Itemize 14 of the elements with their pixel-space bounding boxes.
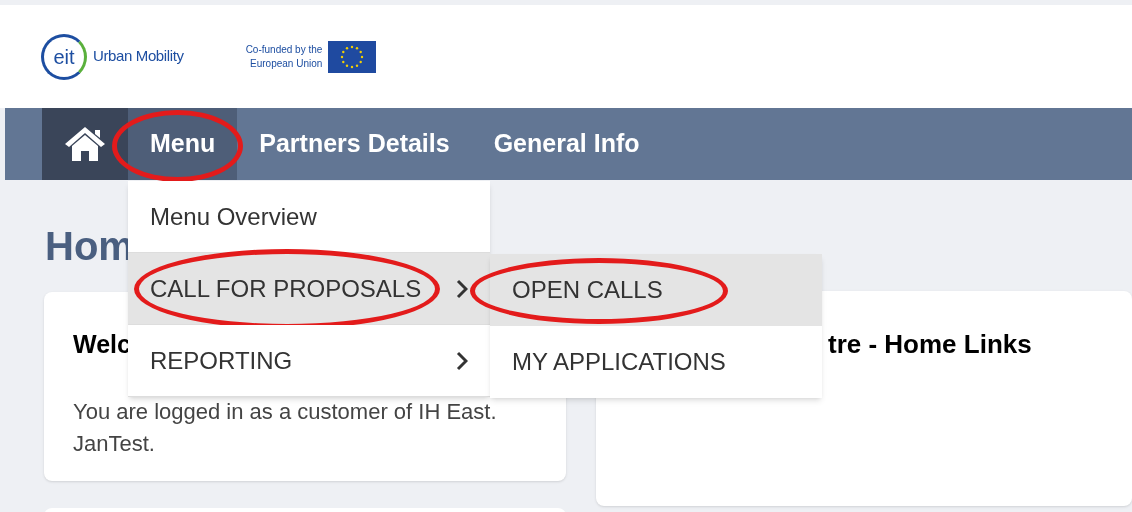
nav-tab[interactable]: General Info	[471, 108, 662, 180]
cofunded-text: European Union	[250, 56, 323, 71]
nav-tab[interactable]: Partners Details	[237, 108, 472, 180]
logo-mark: eit	[41, 33, 87, 80]
card-title: Welc	[73, 329, 131, 360]
menu-item[interactable]: Menu Overview	[128, 181, 490, 253]
menu-item[interactable]: OPEN CALLS	[490, 254, 822, 326]
card-text: You are logged in as a customer of IH East. JanTest.	[73, 398, 498, 458]
menu-item[interactable]: CALL FOR PROPOSALS	[128, 253, 490, 325]
cofunded-text: Co-funded by the	[245, 42, 323, 57]
logo-text: Urban Mobility	[93, 46, 184, 67]
menu-item[interactable]: REPORTING	[128, 325, 490, 397]
menu-item[interactable]: MY APPLICATIONS	[490, 326, 822, 398]
card-title: tre - Home Links	[828, 328, 1032, 361]
